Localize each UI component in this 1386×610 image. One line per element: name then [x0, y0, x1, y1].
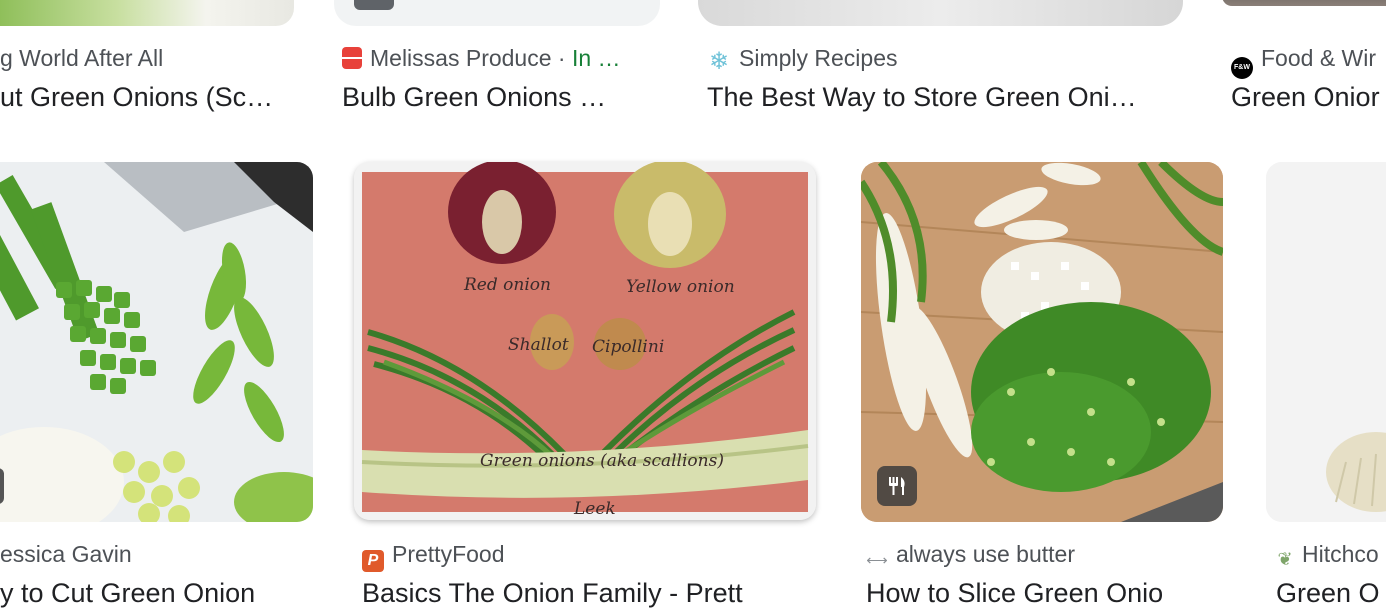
result-title[interactable]: ut Green Onions (Sc… [0, 80, 300, 114]
result-source[interactable]: ⟷ always use butter [866, 540, 1226, 572]
result-title[interactable]: How to Slice Green Onio [866, 576, 1226, 610]
green-onions-image [0, 162, 313, 522]
yellow-onion-label: Yellow onion [626, 277, 735, 297]
result-thumbnail-3[interactable] [698, 0, 1183, 26]
red-onion-label: Red onion [463, 275, 551, 295]
prettyfood-favicon: P [362, 550, 384, 572]
result-source[interactable]: essica Gavin [0, 540, 310, 568]
melissas-produce-favicon [342, 47, 362, 69]
result-thumbnail-sliced-onions[interactable] [861, 162, 1223, 522]
result-title[interactable]: Basics The Onion Family - Prett [362, 576, 812, 610]
result-source[interactable]: ❦ Hitchco [1276, 540, 1386, 570]
result-source[interactable]: Melissas Produce · In … [342, 44, 662, 72]
leek-label: Leek [573, 499, 616, 519]
result-source[interactable]: ❄ Simply Recipes [707, 44, 1187, 73]
result-title[interactable]: Green Onior [1231, 80, 1386, 114]
food-wine-favicon: F&W [1231, 57, 1253, 79]
result-thumbnail-partial[interactable] [1266, 162, 1386, 522]
badge-partial [354, 0, 394, 10]
fork-knife-icon [889, 477, 905, 495]
result-thumbnail-1[interactable] [0, 0, 294, 26]
result-source[interactable]: F&W Food & Wir [1231, 44, 1386, 79]
sliced-green-onions-image [861, 162, 1223, 522]
result-title[interactable]: y to Cut Green Onion [0, 576, 310, 610]
result-title[interactable]: Bulb Green Onions … [342, 80, 662, 114]
result-title[interactable]: Green O [1276, 576, 1386, 610]
butter-knife-icon: ⟷ [866, 552, 888, 569]
onion-family-image: Red onion Yellow onion Shallot Cipollini… [354, 162, 816, 520]
snowflake-icon: ❄ [708, 48, 730, 74]
leaf-icon: ❦ [1277, 549, 1293, 569]
recipe-badge [877, 466, 917, 506]
result-source[interactable]: P PrettyFood [362, 540, 812, 572]
green-onions-label: Green onions (aka scallions) [480, 451, 724, 471]
cipollini-label: Cipollini [592, 337, 664, 357]
result-thumbnail-onion-family[interactable]: Red onion Yellow onion Shallot Cipollini… [354, 162, 816, 520]
result-source[interactable]: g World After All [0, 44, 300, 72]
result-title[interactable]: The Best Way to Store Green Oni… [707, 80, 1187, 114]
result-thumbnail-4[interactable] [1222, 0, 1386, 6]
shallot-label: Shallot [508, 335, 569, 355]
result-thumbnail-cut-onions[interactable] [0, 162, 313, 522]
green-onions-white-image [1266, 162, 1386, 522]
badge-partial [0, 468, 4, 504]
